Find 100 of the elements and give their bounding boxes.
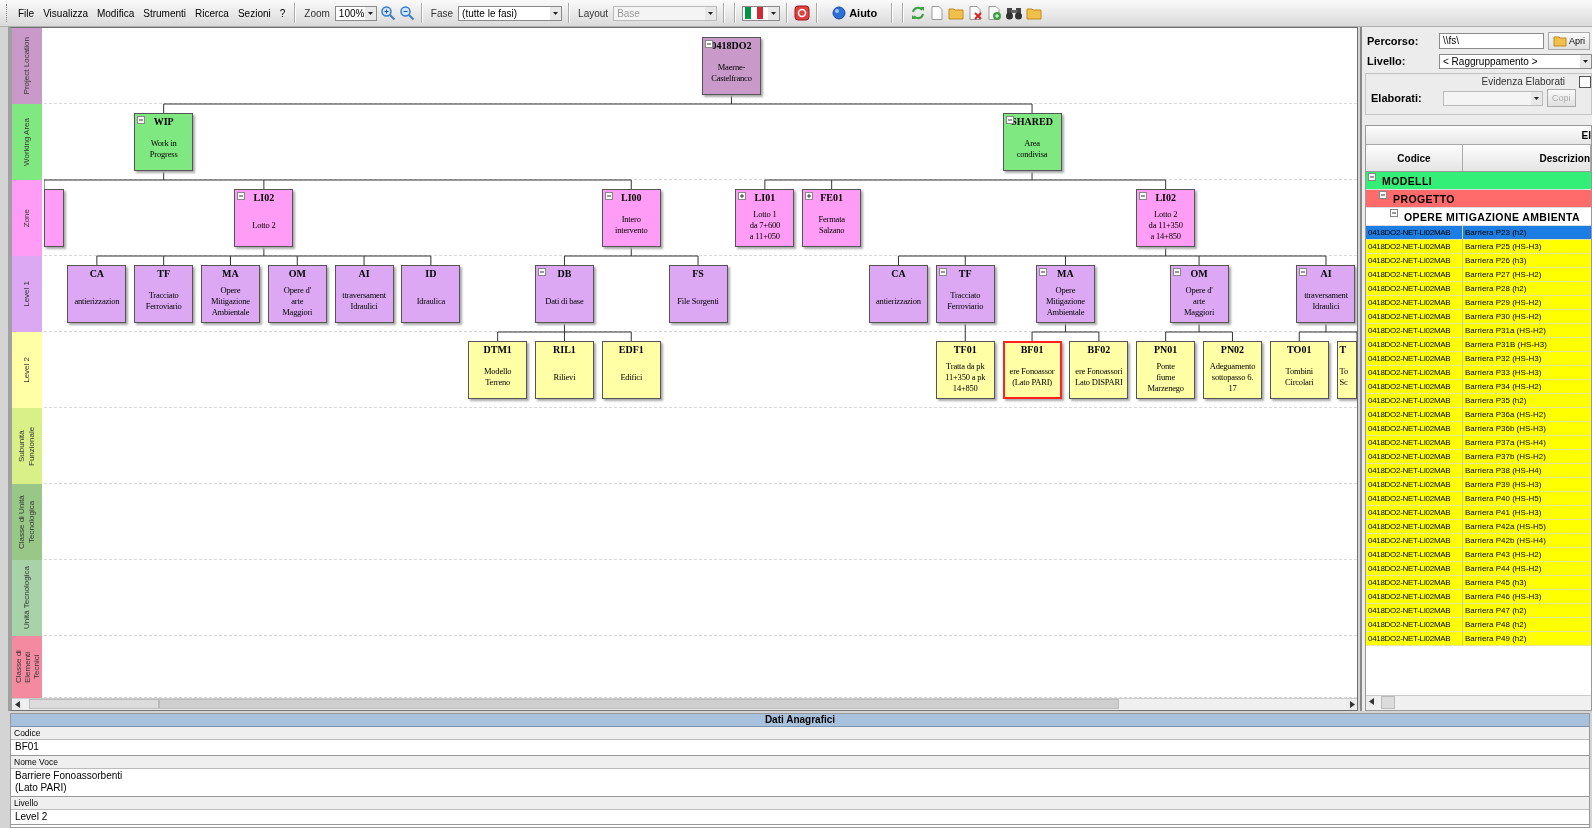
diagram-node[interactable]: TO01 Tombini Circolari <box>1269 341 1329 399</box>
expand-icon[interactable] <box>738 192 747 200</box>
grid-row[interactable]: 0418DO2-NET-LI02MAB Barriera P25 (HS-H3) <box>1366 240 1591 254</box>
diagram-node[interactable]: TF Tracciato Ferroviario <box>134 265 194 323</box>
grid-row[interactable]: 0418DO2-NET-LI02MAB Barriera P49 (h2) <box>1366 632 1591 646</box>
binoculars-icon[interactable] <box>1005 5 1024 21</box>
diagram-node[interactable]: BF01 ere Fonoassor (Lato PARI) <box>1002 341 1062 399</box>
diagram-node[interactable]: EDF1 Edifici <box>601 341 661 399</box>
menu-item[interactable]: File <box>15 5 38 21</box>
diagram-node[interactable]: ID Idraulica <box>401 265 461 323</box>
grid-row[interactable]: 0418DO2-NET-LI02MAB Barriera P33 (HS-H3) <box>1366 366 1591 380</box>
grid-row[interactable]: 0418DO2-NET-LI02MAB Barriera P28 (h2) <box>1366 282 1591 296</box>
diagram-node[interactable]: TF01 Tratta da pk 11+350 a pk 14+850 <box>935 341 995 399</box>
grid-row[interactable]: 0418DO2-NET-LI02MAB Barriera P38 (HS-H4) <box>1366 464 1591 478</box>
group-row[interactable]: PROGETTO <box>1366 190 1591 208</box>
grid-row[interactable]: 0418DO2-NET-LI02MAB Barriera P26 (h3) <box>1366 254 1591 268</box>
diagram-node[interactable]: RIL1 Rilievi <box>534 341 594 399</box>
diagram-node[interactable]: LI02 Lotto 2 <box>234 189 294 247</box>
collapse-icon[interactable] <box>1038 268 1047 276</box>
collapse-icon[interactable] <box>1139 192 1148 200</box>
collapse-icon[interactable] <box>1379 191 1387 199</box>
group-row[interactable]: OPERE MITIGAZIONE AMBIENTA <box>1366 208 1591 226</box>
grid-row[interactable]: 0418DO2-NET-LI02MAB Barriera P23 (h2) <box>1366 226 1591 240</box>
grid-row[interactable]: 0418DO2-NET-LI02MAB Barriera P27 (HS-H2) <box>1366 268 1591 282</box>
level-dropdown[interactable]: < Raggruppamento > <box>1439 53 1592 69</box>
collapse-icon[interactable] <box>604 192 613 200</box>
collapse-icon[interactable] <box>137 116 146 124</box>
diagram-node[interactable]: FE01 Fermata Salzano <box>802 189 862 247</box>
scroll-left-button[interactable] <box>12 699 23 710</box>
grid-row[interactable]: 0418DO2-NET-LI02MAB Barriera P41 (HS-H3) <box>1366 506 1591 520</box>
folder-icon[interactable] <box>948 5 965 21</box>
highlight-checkbox[interactable] <box>1579 76 1591 88</box>
grid-row[interactable]: 0418DO2-NET-LI02MAB Barriera P47 (h2) <box>1366 604 1591 618</box>
diagram-node[interactable]: LI02 Lotto 2 da 11+350 a 14+850 <box>1136 189 1196 247</box>
grid-row[interactable]: 0418DO2-NET-LI02MAB Barriera P35 (h2) <box>1366 394 1591 408</box>
grid-row[interactable]: 0418DO2-NET-LI02MAB Barriera P40 (HS-H5) <box>1366 492 1591 506</box>
refresh-icon[interactable] <box>910 5 927 21</box>
language-dropdown[interactable] <box>742 5 781 21</box>
grid-row[interactable]: 0418DO2-NET-LI02MAB Barriera P29 (HS-H2) <box>1366 296 1591 310</box>
zoom-out-icon[interactable] <box>398 5 415 21</box>
diagram-node[interactable]: CA antierizzazion <box>868 265 928 323</box>
grid-row[interactable]: 0418DO2-NET-LI02MAB Barriera P36b (HS-H3) <box>1366 422 1591 436</box>
diagram-node[interactable]: DB Dati di base <box>534 265 594 323</box>
diagram-node[interactable]: DTM1 Modello Terreno <box>468 341 528 399</box>
menu-item[interactable]: Visualizza <box>40 5 91 21</box>
menu-item[interactable]: Ricerca <box>192 5 232 21</box>
diagram-node[interactable]: CA antierizzazion <box>67 265 127 323</box>
zoom-in-icon[interactable] <box>379 5 396 21</box>
diagram-node[interactable]: PN02 Adeguamento sottopasso 6. 17 <box>1202 341 1262 399</box>
scroll-left-button[interactable] <box>1366 696 1377 707</box>
diagram-node[interactable]: T To Sc <box>1336 341 1357 399</box>
grid-row[interactable]: 0418DO2-NET-LI02MAB Barriera P36a (HS-H2) <box>1366 408 1591 422</box>
delete-document-icon[interactable] <box>967 5 984 21</box>
grid-row[interactable]: 0418DO2-NET-LI02MAB Barriera P31B (HS-H3) <box>1366 338 1591 352</box>
grid-row[interactable]: 0418DO2-NET-LI02MAB Barriera P46 (HS-H3) <box>1366 590 1591 604</box>
open-button[interactable]: Apri <box>1548 32 1590 50</box>
grid-row[interactable]: 0418DO2-NET-LI02MAB Barriera P48 (h2) <box>1366 618 1591 632</box>
grid-row[interactable]: 0418DO2-NET-LI02MAB Barriera P37b (HS-H2) <box>1366 450 1591 464</box>
diagram-node[interactable]: OM Opere d' arte Maggiori <box>1169 265 1229 323</box>
expand-icon[interactable] <box>805 192 814 200</box>
diagram-node[interactable]: FS File Sorgenti <box>668 265 728 323</box>
phase-dropdown[interactable]: (tutte le fasi) <box>458 5 563 21</box>
scroll-right-button[interactable] <box>1346 699 1357 710</box>
diagram-node[interactable]: WIP Work in Progress <box>134 113 194 171</box>
menu-item[interactable]: ? <box>276 5 289 21</box>
zoom-dropdown[interactable]: 100% <box>334 5 377 21</box>
grid-row[interactable]: 0418DO2-NET-LI02MAB Barriera P43 (HS-H2) <box>1366 548 1591 562</box>
collapse-icon[interactable] <box>1390 209 1398 217</box>
grid-row[interactable]: 0418DO2-NET-LI02MAB Barriera P42a (HS-H5) <box>1366 520 1591 534</box>
grid-row[interactable]: 0418DO2-NET-LI02MAB Barriera P31a (HS-H2) <box>1366 324 1591 338</box>
grid-row[interactable]: 0418DO2-NET-LI02MAB Barriera P34 (HS-H2) <box>1366 380 1591 394</box>
menu-item[interactable]: Sezioni <box>234 5 274 21</box>
grid-row[interactable]: 0418DO2-NET-LI02MAB Barriera P42b (HS-H4) <box>1366 534 1591 548</box>
collapse-icon[interactable] <box>1172 268 1181 276</box>
menu-item[interactable]: Modifica <box>93 5 138 21</box>
diagram-node[interactable]: AI ttraversament Idraulici <box>334 265 394 323</box>
grid-row[interactable]: 0418DO2-NET-LI02MAB Barriera P44 (HS-H2) <box>1366 562 1591 576</box>
diagram-node[interactable]: OM Opere d' arte Maggiori <box>267 265 327 323</box>
grid-row[interactable]: 0418DO2-NET-LI02MAB Barriera P45 (h3) <box>1366 576 1591 590</box>
collapse-icon[interactable] <box>1368 173 1376 181</box>
column-header[interactable]: Codice <box>1366 145 1463 171</box>
path-field[interactable]: \\fs\ <box>1439 33 1544 49</box>
grid-row[interactable]: 0418DO2-NET-LI02MAB Barriera P32 (HS-H3) <box>1366 352 1591 366</box>
diagram-node[interactable]: MA Opere Mitigazione Ambientale <box>1035 265 1095 323</box>
diagram-node[interactable] <box>44 189 64 247</box>
stop-icon[interactable] <box>794 5 811 21</box>
collapse-icon[interactable] <box>537 268 546 276</box>
diagram-node[interactable]: BF02 ere Fonoassori Lato DISPARI <box>1069 341 1129 399</box>
collapse-icon[interactable] <box>237 192 246 200</box>
diagram-node[interactable]: LI00 Intero intervento <box>601 189 661 247</box>
column-header[interactable]: Descrizion <box>1463 145 1591 171</box>
help-button[interactable]: Aiuto <box>824 5 886 21</box>
grid-row[interactable]: 0418DO2-NET-LI02MAB Barriera P30 (HS-H2) <box>1366 310 1591 324</box>
menu-item[interactable]: Strumenti <box>140 5 189 21</box>
grid-row[interactable]: 0418DO2-NET-LI02MAB Barriera P39 (HS-H3) <box>1366 478 1591 492</box>
toolbar-grip[interactable] <box>6 4 10 22</box>
grid-row[interactable]: 0418DO2-NET-LI02MAB Barriera P37a (HS-H4) <box>1366 436 1591 450</box>
diagram-node[interactable]: PN01 Ponte fiume Marzenego <box>1136 341 1196 399</box>
diagram-node[interactable]: SHARED Area condivisa <box>1002 113 1062 171</box>
collapse-icon[interactable] <box>1299 268 1308 276</box>
